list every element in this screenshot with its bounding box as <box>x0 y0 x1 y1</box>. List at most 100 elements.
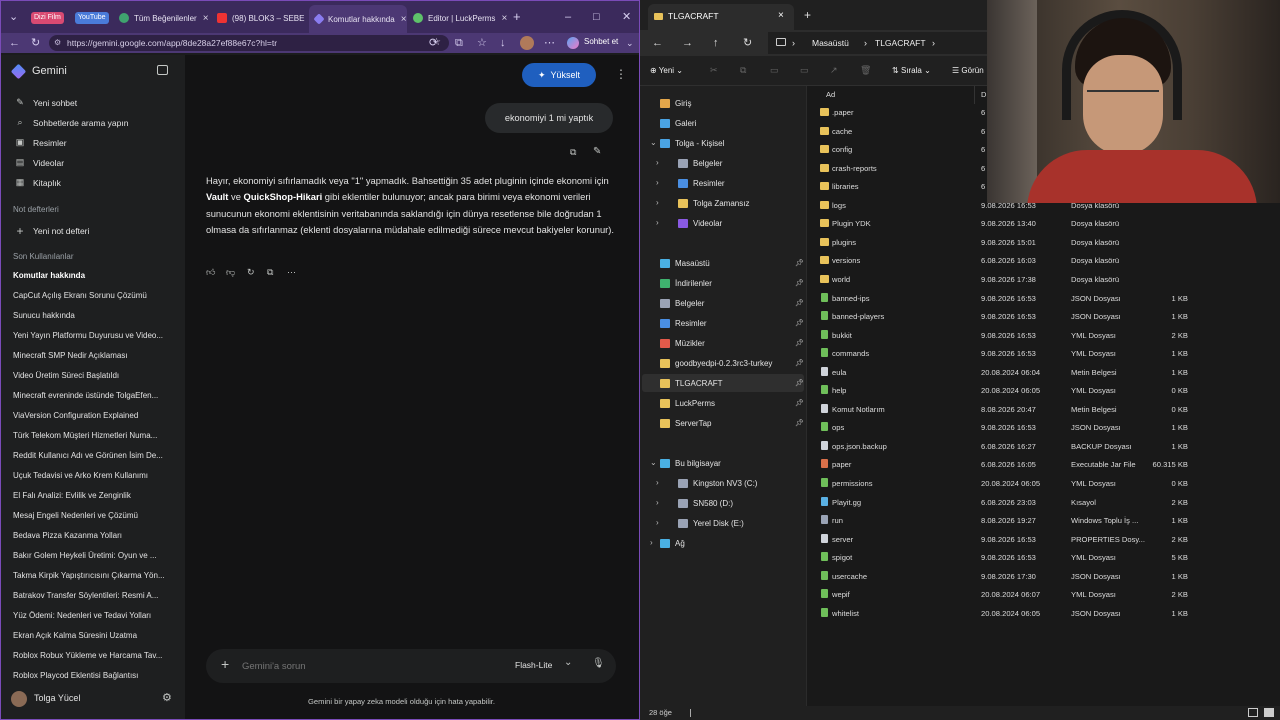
file-row[interactable]: run 8.08.2026 19:27 Windows Toplu İş ... 1 … <box>808 512 1280 530</box>
nav-item[interactable]: Müzikler <box>660 339 705 348</box>
minimize-icon[interactable]: – <box>565 9 571 25</box>
nav-item[interactable]: Resimler <box>678 179 725 188</box>
new-tab-icon[interactable]: + <box>804 8 811 22</box>
close-icon[interactable]: × <box>401 14 407 25</box>
file-row[interactable]: commands 9.08.2026 16:53 YML Dosyası 1 KB <box>808 345 1280 363</box>
chevron-down-icon[interactable]: ⌄ <box>564 657 572 668</box>
nav-item[interactable]: Resimler <box>660 319 707 328</box>
recent-chat-item[interactable]: Roblox Playcod Eklentisi Bağlantısı <box>13 671 173 680</box>
prompt-input-box[interactable]: + Flash-Lite ⌄ 🎙︎ <box>206 649 616 683</box>
new-tab-icon[interactable]: + <box>513 9 521 25</box>
copy-icon[interactable]: ⧉ <box>740 65 746 76</box>
more-icon[interactable]: ⋯ <box>544 35 555 51</box>
forward-icon[interactable]: → <box>682 35 693 51</box>
tab-komutlar-hakkinda[interactable]: Komutlar hakkında × <box>309 5 407 33</box>
nav-item[interactable]: Tolga Zamansız <box>678 199 749 208</box>
nav-item[interactable]: Bu bilgisayar <box>660 459 721 468</box>
sidebar-item-new-chat[interactable]: ✎ Yeni sohbet <box>13 97 77 108</box>
file-row[interactable]: world 9.08.2026 17:38 Dosya klasörü <box>808 271 1280 289</box>
user-name[interactable]: Tolga Yücel <box>34 693 80 703</box>
back-icon[interactable]: ← <box>652 35 663 51</box>
nav-item[interactable]: LuckPerms <box>660 399 715 408</box>
pin-icon[interactable]: 📌︎ <box>795 339 804 347</box>
chevron-down-icon[interactable]: ⌄ <box>650 138 657 147</box>
nav-item[interactable]: Videolar <box>678 219 722 228</box>
file-row[interactable]: banned-players 9.08.2026 16:53 JSON Dosyas… <box>808 308 1280 326</box>
file-row[interactable]: ops 9.08.2026 16:53 JSON Dosyası 1 KB <box>808 419 1280 437</box>
upgrade-button[interactable]: ✦ Yükselt <box>522 63 596 87</box>
file-row[interactable]: server 9.08.2026 16:53 PROPERTIES Dosy... 2… <box>808 531 1280 549</box>
pin-icon[interactable]: 📌︎ <box>795 299 804 307</box>
close-icon[interactable]: × <box>501 13 507 24</box>
share-icon[interactable]: ⧉ <box>267 267 273 278</box>
chevron-right-icon[interactable]: › <box>656 158 659 167</box>
nav-item[interactable]: Kingston NV3 (C:) <box>678 479 757 488</box>
up-icon[interactable]: ↑ <box>713 35 719 51</box>
bookmark-pill-youtube[interactable]: YouTube <box>75 12 109 24</box>
download-icon[interactable]: ↓ <box>500 35 506 51</box>
file-row[interactable]: Komut Notlarım 8.08.2026 20:47 Metin Belge… <box>808 401 1280 419</box>
close-icon[interactable]: × <box>203 13 209 24</box>
tiles-view-icon[interactable] <box>1264 708 1274 717</box>
view-button[interactable]: ☰ Görün <box>952 66 984 75</box>
nav-item[interactable]: ServerTap <box>660 419 711 428</box>
avatar[interactable] <box>11 691 27 707</box>
sidebar-toggle-icon[interactable] <box>157 65 168 75</box>
column-header-date[interactable]: D <box>981 90 986 99</box>
recent-chat-item[interactable]: Minecraft evreninde üstünde TolgaEfen... <box>13 391 173 400</box>
close-window-icon[interactable]: ✕ <box>622 9 631 25</box>
maximize-icon[interactable]: □ <box>593 9 600 25</box>
sidebar-item-videos[interactable]: ▤ Videolar <box>13 157 64 168</box>
file-row[interactable]: spigot 9.08.2026 16:53 YML Dosyası 5 KB <box>808 549 1280 567</box>
paste-icon[interactable]: ▭ <box>770 65 779 76</box>
chevron-right-icon[interactable]: › <box>656 198 659 207</box>
nav-item[interactable]: Belgeler <box>660 299 704 308</box>
recent-chat-item[interactable]: Takma Kirpik Yapıştırıcısını Çıkarma Yön… <box>13 571 173 580</box>
chevron-down-icon[interactable]: ⌄ <box>650 458 657 467</box>
close-icon[interactable]: × <box>778 4 784 28</box>
recent-chat-item[interactable]: Reddit Kullanıcı Adı ve Görünen İsim De.… <box>13 451 173 460</box>
file-row[interactable]: whitelist 20.08.2024 06:05 JSON Dosyası 1 K… <box>808 605 1280 623</box>
model-selector[interactable]: Flash-Lite <box>515 660 552 670</box>
copilot-chat-label[interactable]: Sohbet et <box>584 37 618 46</box>
regenerate-icon[interactable]: ↻ <box>247 267 255 278</box>
back-icon[interactable]: ← <box>9 35 20 51</box>
copy-message-icon[interactable]: ⧉ <box>570 147 576 158</box>
bookmark-pill-dizi-film[interactable]: Dizi Film <box>31 12 64 24</box>
url-field[interactable]: ⚙ https://gemini.google.com/app/8de28a27… <box>49 35 449 51</box>
file-row[interactable]: usercache 9.08.2026 17:30 JSON Dosyası 1 KB <box>808 568 1280 586</box>
nav-item[interactable]: SN580 (D:) <box>678 499 733 508</box>
copilot-icon[interactable] <box>567 37 579 49</box>
delete-icon[interactable]: 🗑︎ <box>860 65 871 76</box>
nav-item[interactable]: Yerel Disk (E:) <box>678 519 744 528</box>
more-options-icon[interactable]: ⋯ <box>287 267 296 278</box>
sidebar-item-library[interactable]: ▦ Kitaplık <box>13 177 61 188</box>
chevron-right-icon[interactable]: › <box>656 498 659 507</box>
refresh-icon[interactable]: ↻ <box>743 35 752 51</box>
chevron-right-icon[interactable]: › <box>656 218 659 227</box>
tab-menu-chevron-icon[interactable]: ⌄ <box>9 9 18 25</box>
chevron-right-icon[interactable]: › <box>656 178 659 187</box>
nav-item[interactable]: Masaüstü <box>660 259 710 268</box>
prompt-input[interactable] <box>242 658 442 674</box>
pin-icon[interactable]: 📌︎ <box>795 319 804 327</box>
recent-chat-item[interactable]: Minecraft SMP Nedir Açıklaması <box>13 351 173 360</box>
recent-chat-item[interactable]: Batrakov Transfer Söylentileri: Resmi A.… <box>13 591 173 600</box>
chevron-right-icon[interactable]: › <box>656 518 659 527</box>
file-row[interactable]: ops.json.backup 6.08.2026 16:27 BACKUP Dos… <box>808 438 1280 456</box>
rename-icon[interactable]: ▭ <box>800 65 809 76</box>
recent-chat-item[interactable]: Bakır Golem Heykeli Üretimi: Oyun ve ... <box>13 551 173 560</box>
favorites-icon[interactable]: ☆ <box>477 35 487 51</box>
file-row[interactable]: plugins 9.08.2026 15:01 Dosya klasörü <box>808 234 1280 252</box>
pin-icon[interactable]: 📌︎ <box>795 419 804 427</box>
recent-chat-item[interactable]: Roblox Robux Yükleme ve Harcama Tav... <box>13 651 173 660</box>
recent-chat-item[interactable]: El Falı Analizi: Evlilik ve Zenginlik <box>13 491 173 500</box>
recent-chat-item[interactable]: CapCut Açılış Ekranı Sorunu Çözümü <box>13 291 173 300</box>
add-attachment-icon[interactable]: + <box>221 656 229 672</box>
breadcrumb-item[interactable]: TLGACRAFT <box>875 32 926 54</box>
sort-button[interactable]: ⇅ Sırala ⌄ <box>892 66 931 75</box>
nav-item[interactable]: Tolga - Kişisel <box>660 139 724 148</box>
recent-chat-item[interactable]: Video Üretim Süreci Başlatıldı <box>13 371 173 380</box>
details-view-icon[interactable] <box>1248 708 1258 717</box>
recent-chat-item[interactable]: Uçuk Tedavisi ve Arko Krem Kullanımı <box>13 471 173 480</box>
